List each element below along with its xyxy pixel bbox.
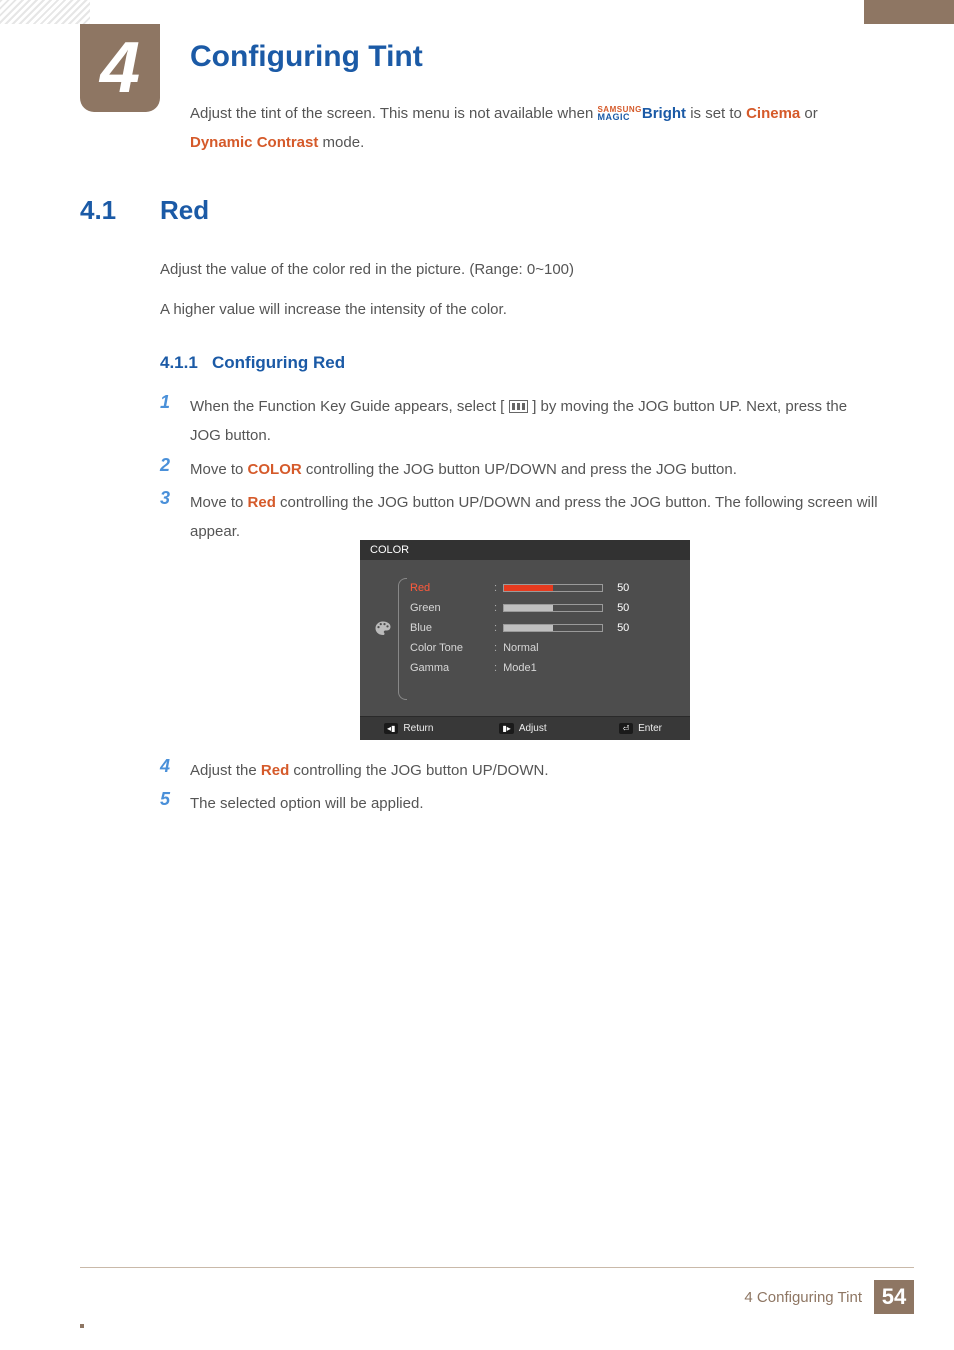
osd-footer-label: Return (403, 723, 433, 734)
osd-row-green: Green : 50 (410, 598, 676, 618)
osd-value: 50 (617, 622, 629, 634)
osd-slider-green (503, 604, 603, 612)
cinema-label: Cinema (746, 105, 800, 122)
osd-footer-enter: ⏎ Enter (569, 723, 680, 734)
section-range-text: Adjust the value of the color red in the… (160, 258, 880, 282)
osd-label: Color Tone (410, 642, 488, 654)
osd-colon: : (494, 642, 497, 654)
step-2: 2 Move to COLOR controlling the JOG butt… (160, 455, 880, 484)
samsung-magic-logo: SAMSUNG MAGIC (597, 107, 641, 121)
step-body: Move to Red controlling the JOG button U… (190, 488, 880, 547)
step-list-upper: 1 When the Function Key Guide appears, s… (160, 392, 880, 546)
osd-slider-blue (503, 624, 603, 632)
step-text: Move to (190, 461, 248, 478)
page-top-bar (0, 0, 954, 24)
osd-footer-return: ◂▮ Return (370, 723, 477, 734)
palette-icon (372, 620, 394, 638)
step-1: 1 When the Function Key Guide appears, s… (160, 392, 880, 451)
osd-value: 50 (617, 582, 629, 594)
osd-colon: : (494, 602, 497, 614)
color-keyword: COLOR (248, 461, 302, 478)
osd-value: 50 (617, 602, 629, 614)
step-text: controlling the JOG button UP/DOWN. (293, 762, 548, 779)
osd-group-bracket (398, 578, 407, 700)
return-key-icon: ◂▮ (384, 723, 398, 734)
decorative-brown-tab (864, 0, 954, 24)
page-footer: 4 Configuring Tint 54 (80, 1267, 914, 1314)
step-list-lower: 4 Adjust the Red controlling the JOG but… (160, 756, 880, 819)
osd-body: Red : 50 Green : 50 Blue : 50 Color Tone… (360, 560, 690, 716)
enter-key-icon: ⏎ (619, 723, 633, 734)
menu-icon (509, 400, 529, 413)
footer-dot (80, 1324, 84, 1328)
subsection-heading: 4.1.1 Configuring Red (160, 353, 345, 373)
chapter-number-badge: 4 (80, 24, 160, 112)
osd-row-red: Red : 50 (410, 578, 676, 598)
step-3: 3 Move to Red controlling the JOG button… (160, 488, 880, 547)
osd-row-colortone: Color Tone : Normal (410, 638, 676, 658)
footer-page-number: 54 (874, 1280, 914, 1314)
step-text: Move to (190, 494, 248, 511)
osd-screenshot: COLOR Red : 50 Green : 50 Blue : 50 Colo… (360, 540, 690, 740)
step-body: When the Function Key Guide appears, sel… (190, 392, 880, 451)
subsection-title: Configuring Red (212, 353, 345, 372)
step-number: 3 (160, 488, 190, 509)
osd-colon: : (494, 662, 497, 674)
osd-footer-label: Adjust (519, 723, 547, 734)
step-number: 5 (160, 789, 190, 810)
osd-colon: : (494, 582, 497, 594)
red-keyword: Red (261, 762, 289, 779)
dynamic-contrast-label: Dynamic Contrast (190, 134, 318, 151)
osd-label: Blue (410, 622, 488, 634)
decorative-hatch (0, 0, 90, 24)
step-text: controlling the JOG button UP/DOWN and p… (190, 494, 878, 540)
section-intensity-text: A higher value will increase the intensi… (160, 298, 880, 322)
osd-header: COLOR (360, 540, 690, 560)
step-number: 2 (160, 455, 190, 476)
chapter-title: Configuring Tint (190, 40, 423, 74)
section-title: Red (160, 195, 209, 226)
osd-row-gamma: Gamma : Mode1 (410, 658, 676, 678)
magic-text: MAGIC (597, 114, 641, 121)
step-5: 5 The selected option will be applied. (160, 789, 880, 818)
intro-text: is set to (690, 105, 746, 122)
osd-colon: : (494, 622, 497, 634)
intro-text: or (804, 105, 817, 122)
osd-label: Green (410, 602, 488, 614)
osd-row-blue: Blue : 50 (410, 618, 676, 638)
step-text: When the Function Key Guide appears, sel… (190, 398, 504, 415)
step-body: Move to COLOR controlling the JOG button… (190, 455, 880, 484)
osd-label: Red (410, 582, 488, 594)
step-text: Adjust the (190, 762, 261, 779)
intro-text: mode. (323, 134, 365, 151)
chapter-intro: Adjust the tint of the screen. This menu… (190, 100, 880, 157)
osd-slider-red (503, 584, 603, 592)
red-keyword: Red (248, 494, 276, 511)
step-text: The selected option will be applied. (190, 795, 423, 812)
intro-text: Adjust the tint of the screen. This menu… (190, 105, 597, 122)
osd-label: Gamma (410, 662, 488, 674)
step-4: 4 Adjust the Red controlling the JOG but… (160, 756, 880, 785)
footer-chapter-title: 4 Configuring Tint (744, 1289, 862, 1306)
step-body: The selected option will be applied. (190, 789, 880, 818)
step-number: 4 (160, 756, 190, 777)
section-number: 4.1 (80, 195, 116, 226)
step-number: 1 (160, 392, 190, 413)
osd-value: Normal (503, 642, 538, 654)
osd-footer: ◂▮ Return ▮▸ Adjust ⏎ Enter (360, 716, 690, 740)
adjust-key-icon: ▮▸ (499, 723, 513, 734)
osd-footer-label: Enter (638, 723, 662, 734)
step-text: controlling the JOG button UP/DOWN and p… (306, 461, 737, 478)
step-body: Adjust the Red controlling the JOG butto… (190, 756, 880, 785)
osd-value: Mode1 (503, 662, 537, 674)
osd-footer-adjust: ▮▸ Adjust (477, 723, 570, 734)
bright-label: Bright (642, 105, 686, 122)
subsection-number: 4.1.1 (160, 353, 198, 372)
